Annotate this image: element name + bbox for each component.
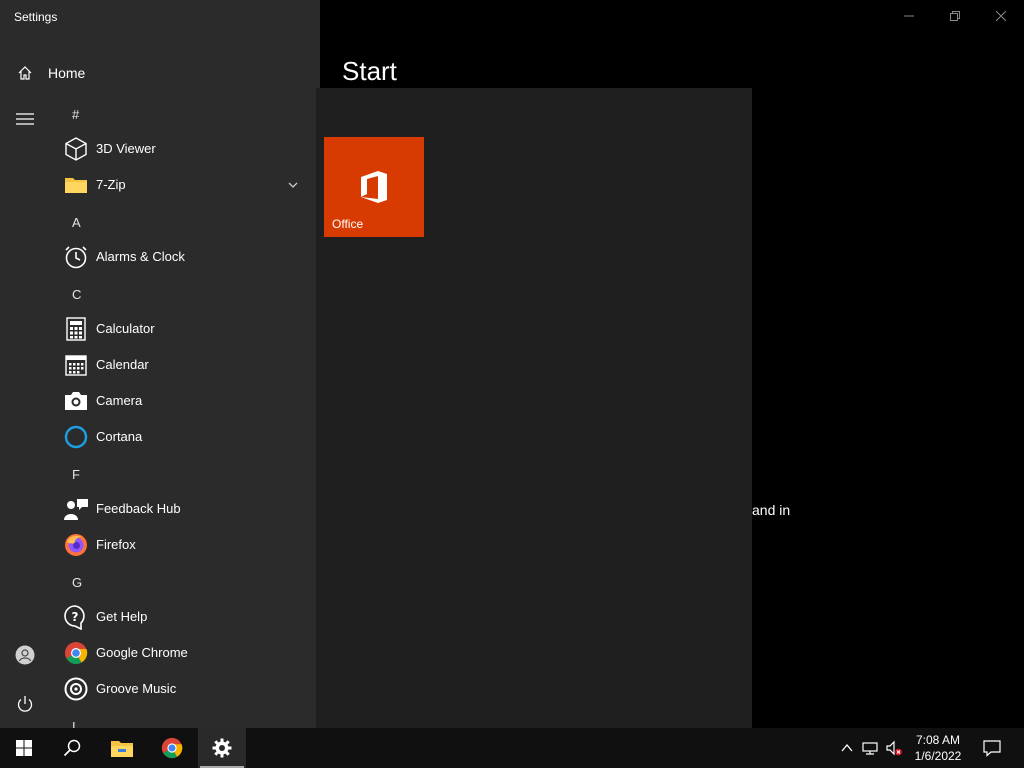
notification-center-icon[interactable] [983,739,1001,757]
search-icon [63,739,81,757]
app-item-calculator[interactable]: Calculator [48,311,316,347]
clock-date: 1/6/2022 [914,749,962,763]
hamburger-menu-icon[interactable] [16,112,34,126]
restore-button[interactable] [932,0,978,32]
gear-icon [212,738,232,758]
close-button[interactable] [978,0,1024,32]
section-letter[interactable]: # [48,97,316,133]
section-letter[interactable]: G [48,565,316,601]
power-icon[interactable] [15,694,35,714]
home-label: Home [48,65,86,81]
app-item-cortana[interactable]: Cortana [48,419,316,455]
tile-label: Office [332,217,364,231]
svg-text:?: ? [72,610,79,624]
app-label: Calculator [96,321,155,336]
network-icon[interactable] [862,740,878,756]
section-letter-text: C [72,287,82,302]
cube-icon [65,137,87,161]
file-explorer-icon [111,741,133,757]
start-rail [0,88,48,728]
app-label: Camera [96,393,143,408]
office-icon [361,171,387,203]
clock-time: 7:08 AM [915,733,961,747]
app-item-groove-music[interactable]: Groove Music [48,671,316,707]
app-label: Get Help [96,609,148,624]
search-button[interactable] [48,728,96,768]
start-menu: # 3D Viewer 7-Zip A Alarms & Clock C Cal… [0,88,752,728]
minimize-icon [904,15,914,17]
chevron-up-icon[interactable] [839,740,855,756]
camera-icon [65,392,87,410]
section-letter-text: G [72,575,83,590]
volume-muted-icon[interactable] [886,740,902,756]
background-text: and in [752,502,791,518]
app-item-firefox[interactable]: Firefox [48,527,316,563]
app-label: Google Chrome [96,645,188,660]
chrome-icon [65,642,88,664]
taskbar-google-chrome[interactable] [148,728,196,768]
taskbar-settings[interactable] [198,728,246,768]
app-label: Feedback Hub [96,501,181,516]
page-title: Start [342,56,397,86]
windows-logo-icon [16,740,32,756]
app-item-google-chrome[interactable]: Google Chrome [48,635,316,671]
app-label: Groove Music [96,681,177,696]
section-letter-text: # [72,107,80,122]
folder-icon [65,178,87,193]
calculator-icon [66,317,86,341]
app-item-7-zip[interactable]: 7-Zip [48,167,316,203]
taskbar-file-explorer[interactable] [98,728,146,768]
close-icon [996,11,1006,21]
firefox-icon [65,534,87,556]
section-letter-text: I [72,719,76,728]
app-item-3d-viewer[interactable]: 3D Viewer [48,131,316,167]
feedback-hub-icon [64,499,88,520]
calendar-icon [65,355,87,376]
section-letter[interactable]: I [48,709,316,728]
app-label: Alarms & Clock [96,249,185,264]
user-account-icon[interactable] [15,645,35,665]
app-item-calendar[interactable]: Calendar [48,347,316,383]
chevron-down-icon[interactable] [288,181,298,189]
app-label: Cortana [96,429,143,444]
window-controls [886,0,1024,32]
app-label: 3D Viewer [96,141,156,156]
section-letter[interactable]: C [48,277,316,313]
restore-icon [950,11,960,21]
taskbar-clock[interactable]: 7:08 AM 1/6/2022 [906,732,970,764]
app-list: # 3D Viewer 7-Zip A Alarms & Clock C Cal… [48,88,316,728]
alarm-clock-icon [65,246,87,269]
app-item-alarms-clock[interactable]: Alarms & Clock [48,239,316,275]
section-letter-text: F [72,467,80,482]
cortana-icon [64,425,88,449]
app-item-get-help[interactable]: ? Get Help [48,599,316,635]
get-help-icon: ? [64,605,85,630]
app-label: Firefox [96,537,136,552]
app-item-feedback-hub[interactable]: Feedback Hub [48,491,316,527]
app-label: Calendar [96,357,149,372]
home-icon [18,66,32,80]
tile-office[interactable]: Office [324,137,424,237]
section-letter[interactable]: F [48,457,316,493]
section-letter-text: A [72,215,81,230]
app-label: 7-Zip [96,177,126,192]
chrome-icon [161,737,183,759]
start-button[interactable] [0,728,48,768]
app-item-camera[interactable]: Camera [48,383,316,419]
section-letter[interactable]: A [48,205,316,241]
groove-music-icon [64,677,88,701]
sidebar-item-home[interactable]: Home [0,56,320,90]
taskbar: 7:08 AM 1/6/2022 [0,728,1024,768]
minimize-button[interactable] [886,0,932,32]
window-title: Settings [14,10,58,24]
